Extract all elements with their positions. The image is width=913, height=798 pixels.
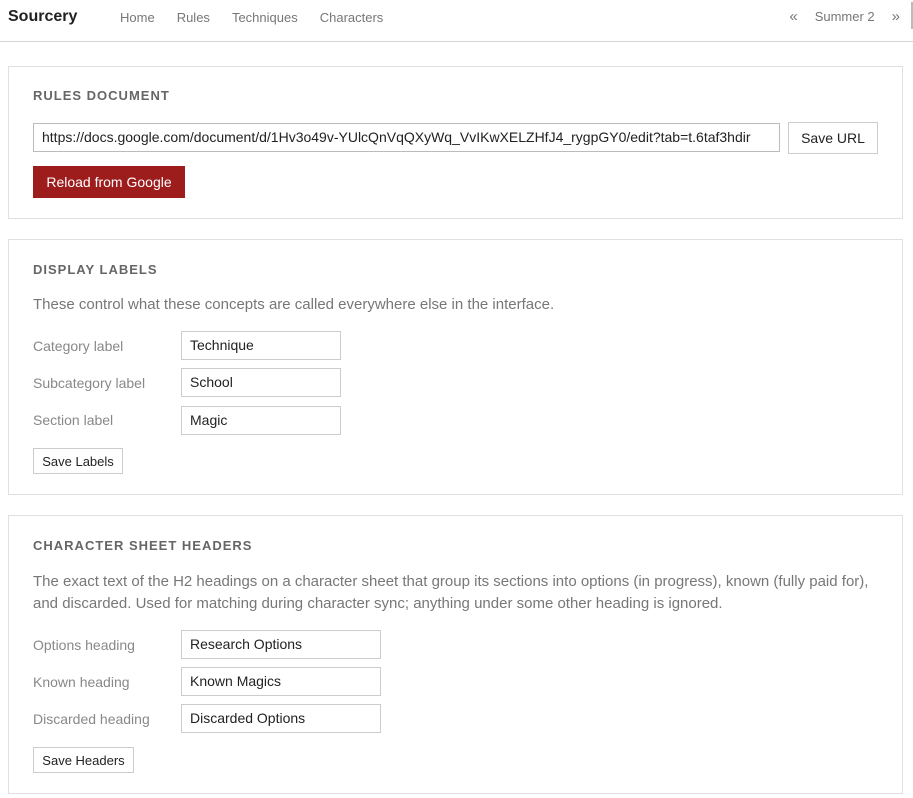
options-heading-caption: Options heading	[33, 637, 135, 653]
save-url-button[interactable]: Save URL	[788, 122, 878, 154]
brand-logo[interactable]: Sourcery	[8, 8, 77, 26]
nav-characters[interactable]: Characters	[320, 10, 384, 25]
category-label-input[interactable]: Technique	[181, 331, 341, 360]
top-navbar: Sourcery Home Rules Techniques Character…	[0, 0, 913, 42]
reload-from-google-button[interactable]: Reload from Google	[33, 166, 185, 198]
rules-url-input[interactable]: https://docs.google.com/document/d/1Hv3o…	[33, 123, 780, 152]
character-sheet-headers-description: The exact text of the H2 headings on a c…	[33, 573, 869, 612]
display-labels-title: DISPLAY LABELS	[33, 262, 158, 277]
category-label-caption: Category label	[33, 338, 124, 354]
known-heading-caption: Known heading	[33, 674, 130, 690]
section-label-caption: Section label	[33, 412, 114, 428]
display-labels-panel: DISPLAY LABELS These control what these …	[8, 239, 903, 495]
next-season-icon[interactable]: »	[892, 8, 900, 25]
section-label-input[interactable]: Magic	[181, 406, 341, 435]
options-heading-input[interactable]: Research Options	[181, 630, 381, 659]
previous-season-icon[interactable]: «	[789, 8, 797, 25]
rules-document-title: RULES DOCUMENT	[33, 88, 170, 103]
nav-rules[interactable]: Rules	[177, 10, 210, 25]
nav-home[interactable]: Home	[120, 10, 155, 25]
discarded-heading-input[interactable]: Discarded Options	[181, 704, 381, 733]
known-heading-input[interactable]: Known Magics	[181, 667, 381, 696]
rules-document-panel: RULES DOCUMENT https://docs.google.com/d…	[8, 66, 903, 219]
subcategory-label-input[interactable]: School	[181, 368, 341, 397]
main-nav: Home Rules Techniques Characters	[120, 10, 383, 25]
save-labels-button[interactable]: Save Labels	[33, 448, 123, 474]
season-switcher: « Summer 2 »	[789, 8, 900, 25]
display-labels-description: These control what these concepts are ca…	[33, 296, 555, 313]
character-sheet-headers-title: CHARACTER SHEET HEADERS	[33, 538, 253, 553]
character-sheet-headers-panel: CHARACTER SHEET HEADERS The exact text o…	[8, 515, 903, 794]
season-label: Summer 2	[814, 9, 875, 24]
nav-techniques[interactable]: Techniques	[232, 10, 298, 25]
subcategory-label-caption: Subcategory label	[33, 375, 146, 391]
save-headers-button[interactable]: Save Headers	[33, 747, 134, 773]
discarded-heading-caption: Discarded heading	[33, 711, 150, 727]
